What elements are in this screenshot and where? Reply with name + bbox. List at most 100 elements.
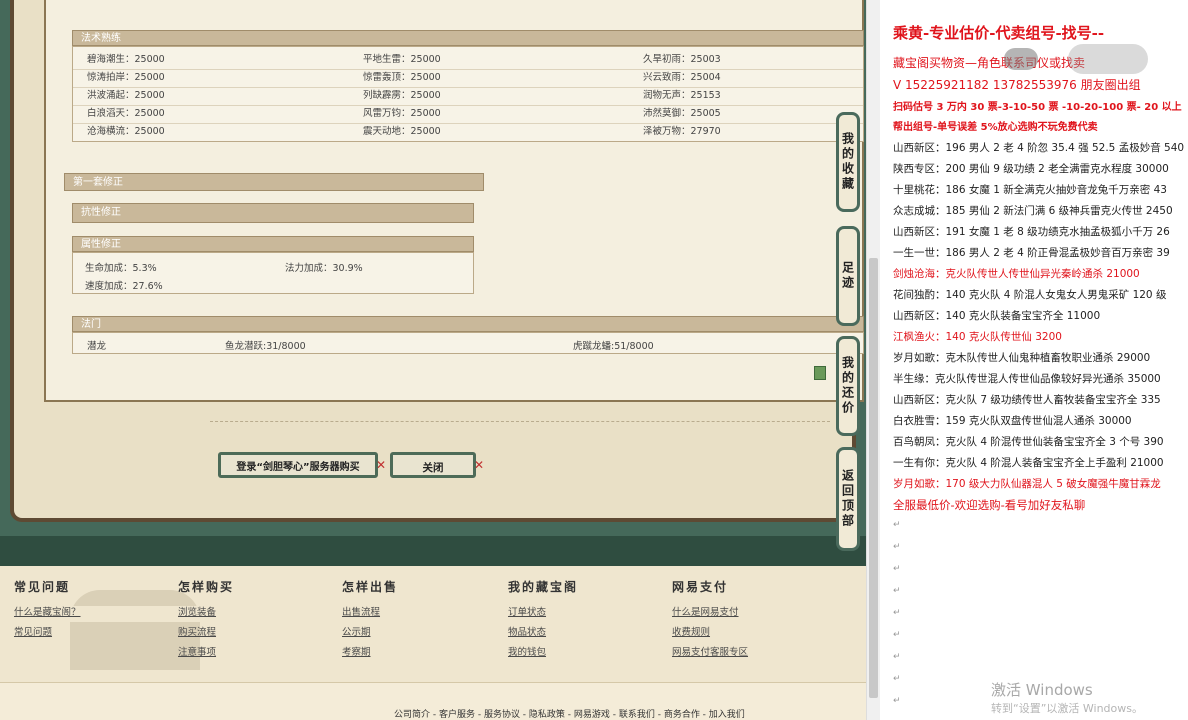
famen-name: 潜龙 xyxy=(87,341,107,352)
side-tab-back-to-top[interactable]: 返回顶部 xyxy=(836,447,860,551)
footer-link[interactable]: 我的钱包 xyxy=(508,644,546,658)
section-header-famen: 法门 xyxy=(72,316,864,332)
account-listing-line: 十里桃花：186 女魔 1 新全满克火抽妙音龙兔千万亲密 43 xyxy=(893,184,1167,196)
divider xyxy=(210,421,830,422)
footer-col-title: 常见问题 xyxy=(14,580,71,594)
speed-bonus: 速度加成：27.6% xyxy=(85,281,163,292)
section-header-xiuzheng: 第一套修正 xyxy=(64,173,484,191)
paragraph-mark-icon: ↵ xyxy=(893,674,901,684)
skill-cell: 震天动地：25000 xyxy=(363,126,441,137)
paragraph-mark-icon: ↵ xyxy=(893,542,901,552)
overlay-badge xyxy=(1004,48,1038,70)
skill-cell: 沛然莫御：25005 xyxy=(643,108,721,119)
windows-activation-watermark: 激活 Windows xyxy=(991,681,1093,699)
footer-col-title: 怎样购买 xyxy=(178,580,235,594)
account-listing-line: 陕西专区：200 男仙 9 级功绩 2 老全满雷克水程度 30000 xyxy=(893,163,1169,175)
footer-link[interactable]: 考察期 xyxy=(342,644,371,658)
account-listing-line: 一生一世：186 男人 2 老 4 阶正骨混孟极妙音百万亲密 39 xyxy=(893,247,1170,259)
footer-link[interactable]: 购买流程 xyxy=(178,624,216,638)
account-listing-line: 山西新区：191 女魔 1 老 8 级功绩克水抽孟极狐小千万 26 xyxy=(893,226,1170,238)
footer-link[interactable]: 常见问题 xyxy=(14,624,52,638)
footer-link[interactable]: 浏览装备 xyxy=(178,604,216,618)
login-server-buy-button[interactable]: 登录“剑胆琴心”服务器购买 xyxy=(218,452,378,478)
skill-cell: 白浪滔天：25000 xyxy=(87,108,165,119)
page-scrollbar[interactable] xyxy=(866,0,880,720)
account-listing-line: 白衣胜雪：159 克火队双盘传世仙混人通杀 30000 xyxy=(893,415,1132,427)
footer-link[interactable]: 什么是藏宝阁？ xyxy=(14,604,81,618)
account-listing-line: 全服最低价-欢迎选购-看号加好友私聊 xyxy=(893,498,1086,512)
trading-page: 法术熟练 碧海潮生：25000 平地生雷：25000 久旱初雨：25003 惊涛… xyxy=(0,0,866,720)
paragraph-mark-icon: ↵ xyxy=(893,652,901,662)
paragraph-mark-icon: ↵ xyxy=(893,630,901,640)
fashu-row: 洪波涌起：25000 列缺霹雳：25000 润物无声：25153 xyxy=(73,87,863,106)
doc-line: 藏宝阁买物资—角色联系司仪或找卖 xyxy=(893,56,1086,70)
skill-cell: 沧海横流：25000 xyxy=(87,126,165,137)
paragraph-mark-icon: ↵ xyxy=(893,696,901,706)
paragraph-mark-icon: ↵ xyxy=(893,520,901,530)
side-tab-footprint[interactable]: 足迹 xyxy=(836,226,860,326)
close-x-icon: ✕ xyxy=(474,458,485,472)
footer-link[interactable]: 收费规则 xyxy=(672,624,710,638)
close-button[interactable]: 关闭 xyxy=(390,452,476,478)
account-listing-line: 百鸟朝凤：克火队 4 阶混传世仙装备宝宝齐全 3 个号 390 xyxy=(893,436,1164,448)
skill-cell: 惊雷轰顶：25000 xyxy=(363,72,441,83)
account-listing-line: 山西新区：克火队 7 级功绩传世人畜牧装备宝宝齐全 335 xyxy=(893,394,1161,406)
side-tab-bargain[interactable]: 我的还价 xyxy=(836,336,860,436)
paragraph-mark-icon: ↵ xyxy=(893,608,901,618)
paragraph-mark-icon: ↵ xyxy=(893,564,901,574)
section-header-kangxing: 抗性修正 xyxy=(72,203,474,223)
footer-link[interactable]: 订单状态 xyxy=(508,604,546,618)
windows-activation-subtext: 转到“设置”以激活 Windows。 xyxy=(991,702,1143,715)
skill-cell: 润物无声：25153 xyxy=(643,90,721,101)
close-x-icon: ✕ xyxy=(376,458,387,472)
account-listing-line: 江枫渔火：140 克火队传世仙 3200 xyxy=(893,331,1062,343)
account-listing-line: 花间独酌：140 克火队 4 阶混人女鬼女人男鬼采矿 120 级 xyxy=(893,289,1167,301)
footer-link[interactable]: 网易支付客服专区 xyxy=(672,644,748,658)
skill-cell: 平地生雷：25000 xyxy=(363,54,441,65)
fashu-row: 碧海潮生：25000 平地生雷：25000 久旱初雨：25003 xyxy=(73,51,863,70)
skill-cell: 洪波涌起：25000 xyxy=(87,90,165,101)
text-document: 乘黄-专业估价-代卖组号-找号-- 藏宝阁买物资—角色联系司仪或找卖 V 152… xyxy=(880,0,1188,720)
footer-col-title: 我的藏宝阁 xyxy=(508,580,579,594)
skill-cell: 久旱初雨：25003 xyxy=(643,54,721,65)
account-listing-line: 岁月如歌：克木队传世人仙鬼种植畜牧职业通杀 29000 xyxy=(893,352,1151,364)
doc-line: 扫码估号 3 万内 30 票-3-10-50 票 -10-20-100 票- 2… xyxy=(893,102,1182,113)
skill-cell: 列缺霹雳：25000 xyxy=(363,90,441,101)
mana-bonus: 法力加成：30.9% xyxy=(285,263,363,274)
account-listing-line: 山西新区：140 克火队装备宝宝齐全 11000 xyxy=(893,310,1101,322)
side-tab-favorites[interactable]: 我的收藏 xyxy=(836,112,860,212)
calculator-icon[interactable] xyxy=(814,366,826,380)
fashu-row: 沧海横流：25000 震天动地：25000 泽被万物：27970 xyxy=(73,123,863,141)
footer-link[interactable]: 什么是网易支付 xyxy=(672,604,739,618)
footer-link[interactable]: 物品状态 xyxy=(508,624,546,638)
footer-col-title: 网易支付 xyxy=(672,580,729,594)
skill-cell: 兴云致雨：25004 xyxy=(643,72,721,83)
footer-link[interactable]: 出售流程 xyxy=(342,604,380,618)
fashu-row: 惊涛拍岸：25000 惊雷轰顶：25000 兴云致雨：25004 xyxy=(73,69,863,88)
footer-col-title: 怎样出售 xyxy=(342,580,399,594)
account-listing-line: 山西新区：196 男人 2 老 4 阶忽 35.4 强 52.5 孟极妙音 54… xyxy=(893,142,1185,154)
footer-link[interactable]: 注意事项 xyxy=(178,644,216,658)
life-bonus: 生命加成：5.3% xyxy=(85,263,157,274)
account-listing-line: 众志成城：185 男仙 2 新法门满 6 级神兵雷克火传世 2450 xyxy=(893,205,1173,217)
skill-cell: 泽被万物：27970 xyxy=(643,126,721,137)
doc-line: 帮出组号-单号误差 5%放心选购不玩免费代卖 xyxy=(893,122,1098,133)
doc-line: V 15225921182 13782553976 朋友圈出组 xyxy=(893,78,1141,92)
skill-cell: 风雷万钧：25000 xyxy=(363,108,441,119)
account-listing-line: 一生有你：克火队 4 阶混人装备宝宝齐全上手盈利 21000 xyxy=(893,457,1164,469)
section-header-fashu: 法术熟练 xyxy=(72,30,864,46)
skill-cell: 碧海潮生：25000 xyxy=(87,54,165,65)
footer-bottom-links[interactable]: 公司简介 - 客户服务 - 服务协议 - 隐私政策 - 网易游戏 - 联系我们 … xyxy=(394,707,745,720)
famen-value-1: 鱼龙潜跃:31/8000 xyxy=(225,341,306,352)
shuxing-box: 生命加成：5.3% 法力加成：30.9% 速度加成：27.6% xyxy=(72,252,474,294)
footer-link[interactable]: 公示期 xyxy=(342,624,371,638)
famen-box: 潜龙 鱼龙潜跃:31/8000 虎蹴龙蟠:51/8000 xyxy=(72,332,864,354)
paragraph-mark-icon: ↵ xyxy=(893,586,901,596)
section-header-shuxing: 属性修正 xyxy=(72,236,474,252)
account-listing-line: 半生缘：克火队传世混人传世仙品像较好异光通杀 35000 xyxy=(893,373,1161,385)
skill-cell: 惊涛拍岸：25000 xyxy=(87,72,165,83)
famen-value-2: 虎蹴龙蟠:51/8000 xyxy=(573,341,654,352)
fashu-table: 碧海潮生：25000 平地生雷：25000 久旱初雨：25003 惊涛拍岸：25… xyxy=(72,46,864,142)
scrollbar-thumb[interactable] xyxy=(869,258,878,698)
role-detail-panel: 法术熟练 碧海潮生：25000 平地生雷：25000 久旱初雨：25003 惊涛… xyxy=(44,0,864,402)
